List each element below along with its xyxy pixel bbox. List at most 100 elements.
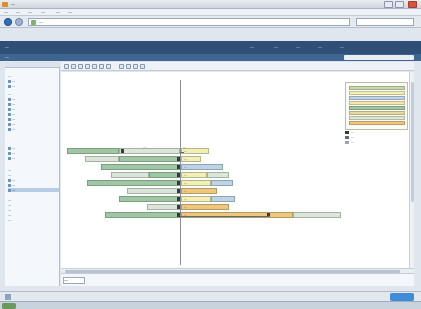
sidebar-section-3[interactable]: — [8, 168, 11, 172]
node-marker [177, 173, 180, 177]
sidebar-item[interactable]: — [8, 84, 15, 88]
sidebar-item[interactable]: — [8, 97, 15, 101]
status-bar [0, 291, 421, 301]
sidebar-item[interactable]: — [8, 146, 15, 150]
legend-marker [345, 135, 349, 139]
node-marker [177, 197, 180, 201]
maximize-button[interactable] [395, 1, 404, 8]
sidebar-section-5[interactable]: — [8, 198, 11, 202]
legend-marker [345, 140, 349, 144]
bar-left-8[interactable] [147, 204, 180, 210]
bar-right-4b[interactable] [207, 172, 229, 178]
export-icon[interactable] [133, 64, 138, 69]
bar-left-2b[interactable] [119, 156, 180, 162]
sidebar-section-1[interactable]: — [8, 74, 11, 78]
scroll-thumb[interactable] [411, 82, 414, 202]
bar-left-2[interactable] [85, 156, 119, 162]
minimize-button[interactable] [384, 1, 393, 8]
legend-marker [345, 130, 349, 134]
header-link-4[interactable]: — [318, 45, 322, 50]
item-icon [8, 127, 11, 131]
bar-left-4b[interactable] [149, 172, 180, 178]
forward-button[interactable] [15, 18, 23, 26]
zoom-in-icon[interactable] [64, 64, 69, 69]
bar-left-6[interactable] [127, 188, 180, 194]
sidebar-item[interactable]: — [8, 208, 11, 212]
close-button[interactable] [408, 1, 417, 8]
sidebar-item[interactable]: — [8, 156, 15, 160]
sidebar-item[interactable]: — [8, 112, 15, 116]
menu-help[interactable]: — [68, 10, 72, 15]
bar-right-7b[interactable] [211, 196, 235, 202]
bar-left-9[interactable] [105, 212, 180, 218]
menu-edit[interactable]: — [16, 10, 20, 15]
os-taskbar [0, 301, 421, 309]
menu-view[interactable]: — [28, 10, 32, 15]
bar-left-1[interactable] [67, 148, 119, 154]
sidebar-item[interactable]: — [8, 218, 11, 222]
row-label: — [184, 205, 187, 209]
sidebar-section-4[interactable]: — [8, 173, 11, 177]
row-label: — [184, 197, 187, 201]
sidebar-item[interactable]: — [8, 203, 11, 207]
filter-icon[interactable] [119, 64, 124, 69]
legend-entry: — [345, 130, 354, 134]
header-link-5[interactable]: — [340, 45, 344, 50]
expand-icon[interactable] [92, 64, 97, 69]
fit-icon[interactable] [78, 64, 83, 69]
zoom-out-icon[interactable] [71, 64, 76, 69]
app-search-input[interactable] [344, 55, 414, 60]
node-marker [177, 157, 180, 161]
sidebar-item[interactable]: — [8, 213, 11, 217]
sidebar-item[interactable]: — [8, 107, 15, 111]
header-link-2[interactable]: — [274, 45, 278, 50]
sidebar-item[interactable]: — [8, 183, 15, 187]
header-link-1[interactable]: — [250, 45, 254, 50]
bar-left-5[interactable] [87, 180, 180, 186]
app-subheader: — [0, 54, 421, 61]
sidebar-item[interactable]: — [8, 79, 15, 83]
bar-left-7[interactable] [119, 196, 180, 202]
row-label: — [184, 181, 187, 185]
item-icon [8, 151, 11, 155]
bar-right-5b[interactable] [211, 180, 233, 186]
menu-tools[interactable]: — [56, 10, 60, 15]
menu-file[interactable]: — [4, 10, 8, 15]
menu-favorites[interactable]: — [41, 10, 45, 15]
settings-icon[interactable] [126, 64, 131, 69]
sidebar-item[interactable]: — [8, 122, 15, 126]
url-field[interactable]: — [28, 18, 350, 26]
refresh-icon[interactable] [85, 64, 90, 69]
back-button[interactable] [4, 18, 12, 26]
browser-search-input[interactable] [356, 18, 414, 26]
bar-right-9b[interactable] [293, 212, 341, 218]
sidebar-item[interactable]: — [8, 102, 15, 106]
legend-swatch [349, 86, 405, 90]
sidebar-item[interactable]: — [8, 178, 15, 182]
header-link-3[interactable]: — [296, 45, 300, 50]
help-icon[interactable] [140, 64, 145, 69]
sidebar-item[interactable]: — [8, 117, 15, 121]
start-button[interactable] [2, 303, 16, 309]
sidebar-section-2[interactable]: — [8, 92, 11, 96]
bar-left-3[interactable] [101, 164, 180, 170]
vertical-scrollbar[interactable] [409, 72, 414, 268]
bar-left-1b[interactable] [119, 148, 180, 154]
legend-swatch [349, 111, 405, 115]
row-label: — [184, 157, 187, 161]
sidebar-header [5, 62, 60, 68]
url-text: — [39, 20, 43, 25]
bottom-panel-tab[interactable]: — [63, 277, 85, 284]
sidebar-item-selected[interactable]: — [8, 188, 59, 192]
sidebar-item[interactable]: — [8, 127, 15, 131]
collapse-icon[interactable] [99, 64, 104, 69]
app-logo: — [5, 45, 9, 50]
row-label: — [184, 165, 187, 169]
item-icon [8, 122, 11, 126]
sidebar-item[interactable]: — [8, 151, 15, 155]
node-marker [177, 205, 180, 209]
print-icon[interactable] [106, 64, 111, 69]
bar-left-4[interactable] [111, 172, 149, 178]
status-action-button[interactable] [390, 293, 414, 301]
item-icon [8, 188, 11, 192]
